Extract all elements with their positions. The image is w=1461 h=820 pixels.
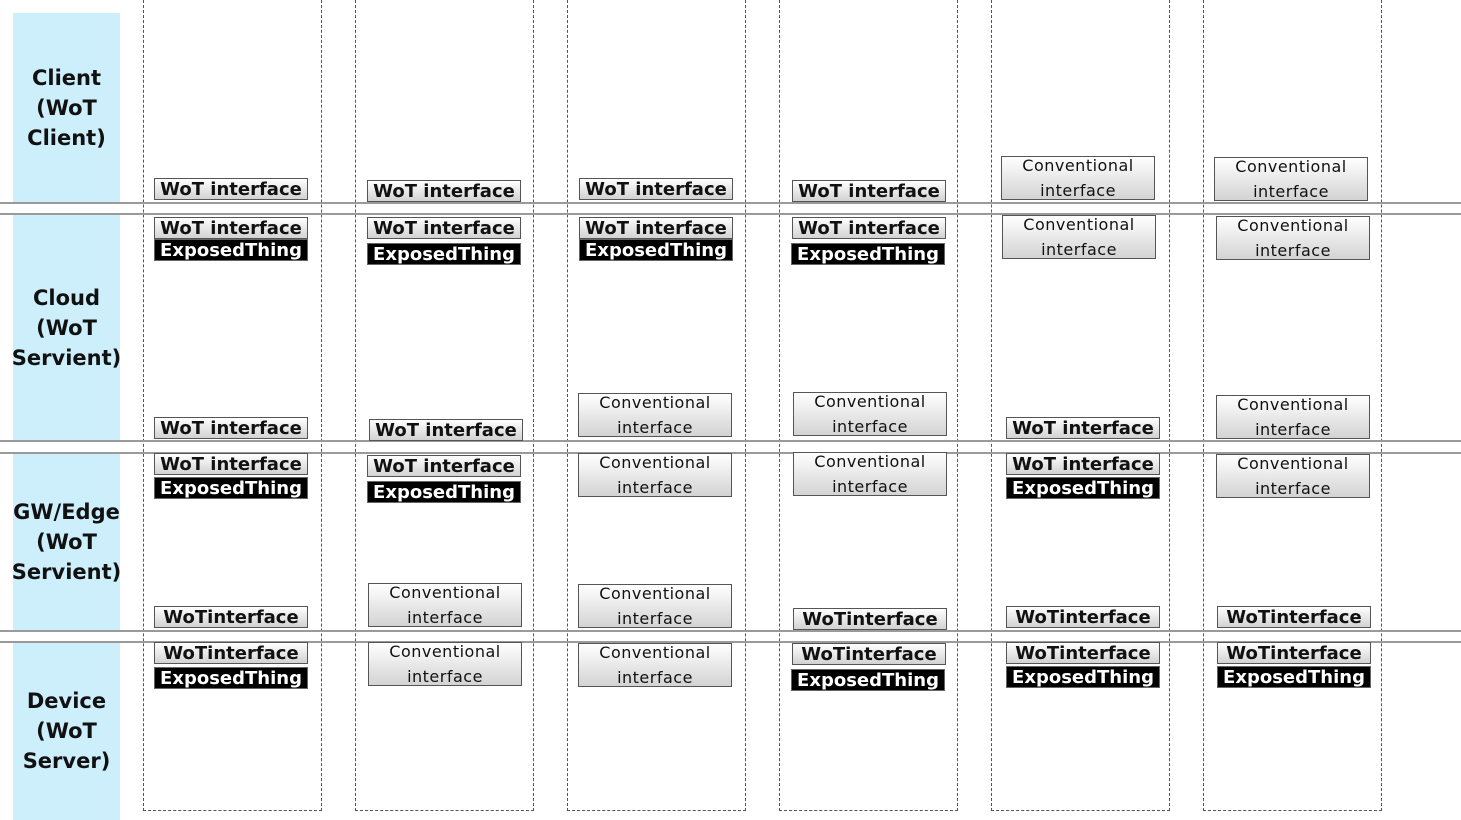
wot-interface-box: WoT interface	[1006, 417, 1160, 439]
exposed-thing-box: ExposedThing	[367, 243, 521, 265]
wot-interface-box: WoT interface	[579, 178, 733, 200]
separator-line	[0, 440, 1461, 442]
wot-interface-box: WoTinterface	[1217, 606, 1371, 628]
conventional-interface-box: Conventional interface	[793, 452, 947, 496]
tier-client: Client (WoT Client)	[13, 13, 120, 202]
conventional-interface-box: Conventional interface	[1001, 156, 1155, 200]
pattern-column-2	[355, 0, 534, 811]
conventional-interface-box: Conventional interface	[578, 643, 732, 687]
exposed-thing-box: ExposedThing	[1217, 666, 1371, 688]
wot-interface-box: WoTinterface	[1006, 642, 1160, 664]
wot-interface-box: WoTinterface	[154, 642, 308, 664]
wot-interface-box: WoT interface	[154, 453, 308, 475]
tier-gw-edge-label: GW/Edge (WoT Servient)	[11, 499, 122, 584]
exposed-thing-box: ExposedThing	[791, 243, 945, 265]
conventional-interface-box: Conventional interface	[578, 453, 732, 497]
exposed-thing-box: ExposedThing	[154, 477, 308, 499]
conventional-interface-box: Conventional interface	[1216, 395, 1370, 439]
wot-interface-box: WoTinterface	[1217, 642, 1371, 664]
conventional-interface-box: Conventional interface	[368, 583, 522, 627]
wot-interface-box: WoT interface	[367, 455, 521, 477]
tier-device: Device (WoT Server)	[13, 641, 120, 820]
wot-interface-box: WoTinterface	[154, 606, 308, 628]
tier-client-label: Client (WoT Client)	[27, 65, 106, 150]
wot-interface-box: WoT interface	[367, 217, 521, 239]
exposed-thing-box: ExposedThing	[579, 239, 733, 261]
tier-gw-edge: GW/Edge (WoT Servient)	[11, 453, 122, 630]
conventional-interface-box: Conventional interface	[1216, 454, 1370, 498]
pattern-column-1	[143, 0, 322, 811]
conventional-interface-box: Conventional interface	[793, 392, 947, 436]
conventional-interface-box: Conventional interface	[1214, 157, 1368, 201]
exposed-thing-box: ExposedThing	[1006, 666, 1160, 688]
wot-interface-box: WoT interface	[154, 417, 308, 439]
exposed-thing-box: ExposedThing	[791, 669, 945, 691]
wot-interface-box: WoT interface	[792, 180, 946, 202]
conventional-interface-box: Conventional interface	[578, 584, 732, 628]
wot-interface-box: WoT interface	[154, 217, 308, 239]
separator-line	[0, 630, 1461, 632]
exposed-thing-box: ExposedThing	[1006, 477, 1160, 499]
wot-interface-box: WoT interface	[1006, 453, 1160, 475]
wot-interface-box: WoTinterface	[1006, 606, 1160, 628]
separator-line	[0, 213, 1461, 215]
pattern-column-5	[991, 0, 1170, 811]
exposed-thing-box: ExposedThing	[367, 481, 521, 503]
wot-interface-box: WoT interface	[579, 217, 733, 239]
conventional-interface-box: Conventional interface	[578, 393, 732, 437]
wot-interface-box: WoTinterface	[793, 608, 947, 630]
conventional-interface-box: Conventional interface	[368, 642, 522, 686]
separator-line	[0, 202, 1461, 204]
wot-interface-box: WoTinterface	[792, 643, 946, 665]
exposed-thing-box: ExposedThing	[154, 239, 308, 261]
exposed-thing-box: ExposedThing	[154, 667, 308, 689]
tier-device-label: Device (WoT Server)	[22, 688, 111, 773]
conventional-interface-box: Conventional interface	[1002, 215, 1156, 259]
wot-interface-box: WoT interface	[792, 217, 946, 239]
conventional-interface-box: Conventional interface	[1216, 216, 1370, 260]
tier-cloud: Cloud (WoT Servient)	[11, 215, 122, 440]
tier-cloud-label: Cloud (WoT Servient)	[11, 285, 122, 370]
wot-interface-box: WoT interface	[369, 419, 523, 441]
wot-interface-box: WoT interface	[367, 180, 521, 202]
wot-interface-box: WoT interface	[154, 178, 308, 200]
